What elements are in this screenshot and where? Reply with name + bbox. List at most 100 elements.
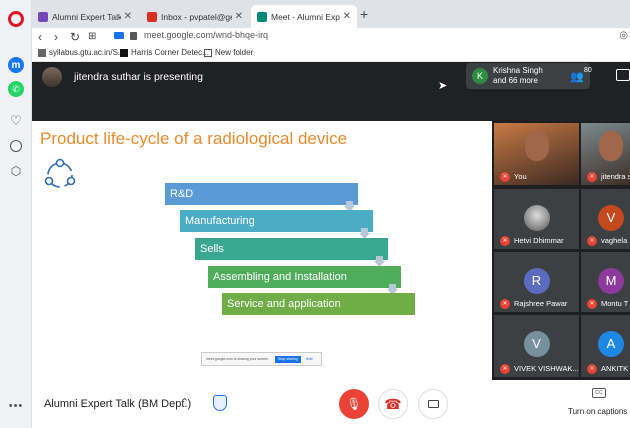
history-icon[interactable] <box>8 138 24 154</box>
chat-icon[interactable] <box>616 69 630 81</box>
medium-logo-icon <box>120 48 128 57</box>
hide-button[interactable]: Hide <box>306 357 313 361</box>
tab-inbox[interactable]: Inbox - pvpatel@gecg28.a ✕ <box>141 5 249 28</box>
bookmark-label: Harris Corner Detec... <box>131 48 209 57</box>
avatar: A <box>598 331 624 357</box>
bookmark-label: syllabus.gtu.ac.in/S... <box>49 48 125 57</box>
browser-sidebar: m ✆ ♡ ⬡ ••• <box>0 0 32 428</box>
participant-name: Rajshree Pawar <box>514 299 568 308</box>
bookmark-label: New folder <box>215 48 254 57</box>
presentation-slide: Product life-cycle of a radiological dev… <box>32 121 492 380</box>
more-icon[interactable]: ••• <box>8 398 24 414</box>
chevron-up-icon[interactable]: ⌃ <box>180 396 189 409</box>
close-icon[interactable]: ✕ <box>235 11 243 22</box>
mic-off-icon: ✕ <box>500 364 510 374</box>
reload-icon[interactable]: ↻ <box>70 29 80 45</box>
presenter-status: jitendra suthar is presenting <box>74 71 203 83</box>
captions-icon[interactable]: CC <box>592 388 606 398</box>
participant-tile[interactable]: V ✕ VIVEK VISHWAK... <box>494 315 579 377</box>
mic-off-icon: ✕ <box>587 236 597 246</box>
meet-favicon-icon <box>257 11 267 22</box>
camera-toggle-button[interactable] <box>418 389 448 419</box>
chip-name: Krishna Singh and 66 more <box>493 66 543 86</box>
sharing-notice-bar: meet.google.com is sharing your screen. … <box>201 352 322 366</box>
shield-icon[interactable] <box>213 395 227 411</box>
process-step: Assembling and Installation <box>208 266 401 288</box>
bookmark-folder[interactable]: New folder <box>204 48 253 57</box>
opera-logo-icon[interactable] <box>8 11 24 27</box>
sharing-text: meet.google.com is sharing your screen. <box>206 357 270 361</box>
address-bar[interactable]: meet.google.com/wnd-bhqe-irq <box>144 30 268 40</box>
participant-name: jitendra s <box>601 172 630 181</box>
slide-title: Product life-cycle of a radiological dev… <box>40 129 348 148</box>
participant-name: Hetvi Dhimmar <box>514 236 564 245</box>
video-feed <box>599 131 623 161</box>
participant-tile[interactable]: ✕ You <box>494 123 579 185</box>
mic-off-icon: ✕ <box>500 172 510 182</box>
participant-tile[interactable]: ✕ Hetvi Dhimmar <box>494 189 579 249</box>
meeting-title[interactable]: Alumni Expert Talk (BM Dept.) <box>44 398 191 410</box>
avatar: V <box>523 331 550 357</box>
bookmark-harris[interactable]: Harris Corner Detec... <box>120 48 209 57</box>
tab-title: Inbox - pvpatel@gecg28.a <box>161 11 232 22</box>
tab-title: Alumni Expert Talk Registra <box>52 11 121 22</box>
close-icon[interactable]: ✕ <box>124 11 132 22</box>
gmail-favicon-icon <box>147 11 157 22</box>
avatar: V <box>598 205 624 231</box>
folder-icon <box>204 48 212 57</box>
tab-strip: Alumni Expert Talk Registra ✕ Inbox - pv… <box>32 0 630 28</box>
heart-icon[interactable]: ♡ <box>8 113 24 129</box>
chip-line-more: and 66 more <box>493 76 538 85</box>
bookmark-syllabus[interactable]: syllabus.gtu.ac.in/S... <box>38 48 125 57</box>
cycle-icon <box>44 158 76 188</box>
participant-name: vaghela <box>601 236 628 245</box>
participant-tile[interactable]: A ✕ ANKITK <box>581 315 630 377</box>
participant-tile[interactable]: M ✕ Montu T <box>581 252 630 312</box>
mic-off-icon: ✕ <box>500 299 510 309</box>
process-step: Manufacturing <box>180 210 373 232</box>
close-icon[interactable]: ✕ <box>343 11 351 22</box>
back-icon[interactable]: ‹ <box>38 29 42 45</box>
whatsapp-icon[interactable]: ✆ <box>8 81 24 97</box>
mic-off-button[interactable]: 🎙 <box>339 389 369 419</box>
document-icon <box>38 48 46 57</box>
extensions-cube-icon[interactable]: ⬡ <box>8 163 24 179</box>
mouse-cursor-icon: ➤ <box>438 80 448 92</box>
participant-name: ANKITK <box>601 364 629 373</box>
participant-grid: ✕ You ✕ jitendra s ✕ Hetvi Dhimmar V ✕ vaghela R ✕… <box>492 121 630 380</box>
mic-off-icon: ✕ <box>500 236 510 246</box>
participant-name: VIVEK VISHWAK... <box>514 364 579 373</box>
meet-header: jitendra suthar is presenting ➤ K Krishn… <box>32 62 630 121</box>
tab-title: Meet - Alumni Expert Talk <box>271 11 340 22</box>
mic-off-icon: 🎙 <box>346 397 362 411</box>
new-tab-icon[interactable]: + <box>360 6 368 22</box>
people-count: 80 <box>584 67 592 74</box>
chip-line-name: Krishna Singh <box>493 66 543 75</box>
avatar <box>523 205 550 231</box>
avatar: M <box>598 268 624 294</box>
stop-sharing-button[interactable]: Stop sharing <box>275 355 301 363</box>
participant-name: You <box>514 172 527 181</box>
browser-toolbar: ‹ › ↻ ⊞ meet.google.com/wnd-bhqe-irq ◎ <box>32 28 630 46</box>
lock-icon[interactable] <box>130 32 137 40</box>
messenger-icon[interactable]: m <box>8 57 24 73</box>
tab-meet[interactable]: Meet - Alumni Expert Talk ✕ <box>251 5 357 28</box>
participant-tile[interactable]: R ✕ Rajshree Pawar <box>494 252 579 312</box>
mic-off-icon: ✕ <box>587 299 597 309</box>
mic-off-icon: ✕ <box>587 364 597 374</box>
process-step: Sells <box>195 238 388 260</box>
forward-icon[interactable]: › <box>54 29 58 45</box>
meeting-controls-bar: Alumni Expert Talk (BM Dept.) ⌃ 🎙 ☎ CC T… <box>32 380 630 428</box>
participant-name: Montu T <box>601 299 629 308</box>
tabs-grid-icon[interactable]: ⊞ <box>88 29 96 45</box>
participant-tile[interactable]: ✕ jitendra s <box>581 123 630 185</box>
participant-tile[interactable]: V ✕ vaghela <box>581 189 630 249</box>
camera-indicator-icon[interactable]: ◎ <box>619 30 628 41</box>
captions-label[interactable]: Turn on captions <box>568 407 627 416</box>
people-icon[interactable]: 👥 <box>570 70 584 83</box>
tab-registration[interactable]: Alumni Expert Talk Registra ✕ <box>32 5 138 28</box>
video-feed <box>524 131 549 161</box>
end-call-button[interactable]: ☎ <box>378 389 408 419</box>
forms-favicon-icon <box>38 11 48 22</box>
camera-icon[interactable] <box>114 32 124 39</box>
